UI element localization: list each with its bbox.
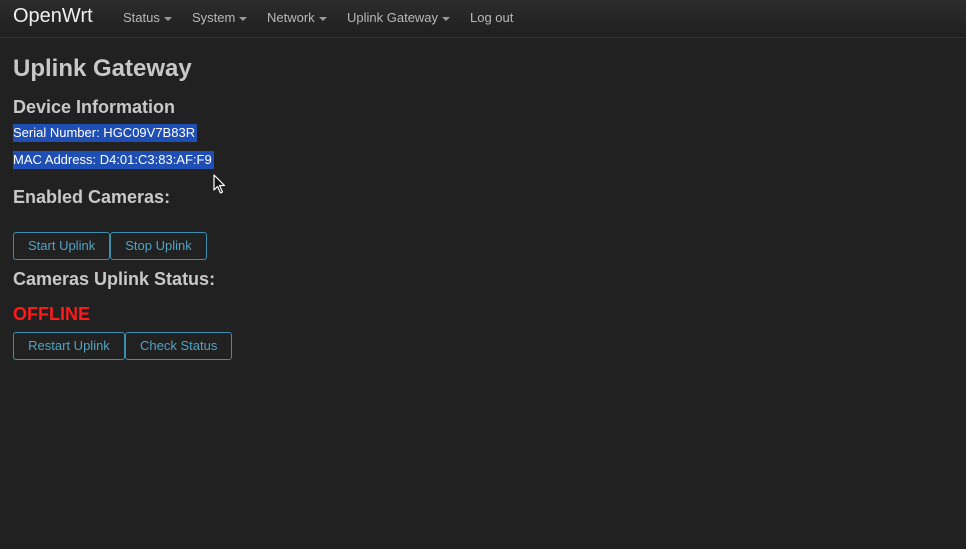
nav-network[interactable]: Network: [267, 10, 327, 25]
nav-uplink-gateway[interactable]: Uplink Gateway: [347, 10, 451, 25]
nav-logout-label: Log out: [470, 10, 514, 25]
mac-address: MAC Address: D4:01:C3:83:AF:F9: [13, 151, 214, 169]
caret-down-icon: [163, 16, 172, 21]
nav-uplink-gateway-label: Uplink Gateway: [347, 10, 439, 25]
nav-system[interactable]: System: [192, 10, 248, 25]
nav-status[interactable]: Status: [123, 10, 172, 25]
nav-status-label: Status: [123, 10, 160, 25]
top-navbar: OpenWrt Status System Network Uplink Gat…: [0, 0, 966, 38]
nav-network-label: Network: [267, 10, 315, 25]
page-title: Uplink Gateway: [13, 55, 192, 82]
enabled-cameras-heading: Enabled Cameras:: [13, 187, 171, 207]
device-info-heading: Device Information: [13, 97, 176, 117]
serial-number: Serial Number: HGC09V7B83R: [13, 124, 198, 142]
mouse-pointer-icon: [213, 174, 226, 194]
brand-logo[interactable]: OpenWrt: [13, 5, 93, 28]
check-status-button[interactable]: Check Status: [125, 332, 232, 360]
status-badge: OFFLINE: [13, 304, 90, 324]
caret-down-icon: [318, 16, 327, 21]
nav-system-label: System: [192, 10, 236, 25]
uplink-status-heading: Cameras Uplink Status:: [13, 269, 216, 289]
start-uplink-button[interactable]: Start Uplink: [13, 232, 110, 260]
caret-down-icon: [442, 16, 451, 21]
restart-uplink-button[interactable]: Restart Uplink: [13, 332, 125, 360]
caret-down-icon: [239, 16, 248, 21]
nav-logout[interactable]: Log out: [470, 10, 513, 25]
stop-uplink-button[interactable]: Stop Uplink: [110, 232, 207, 260]
